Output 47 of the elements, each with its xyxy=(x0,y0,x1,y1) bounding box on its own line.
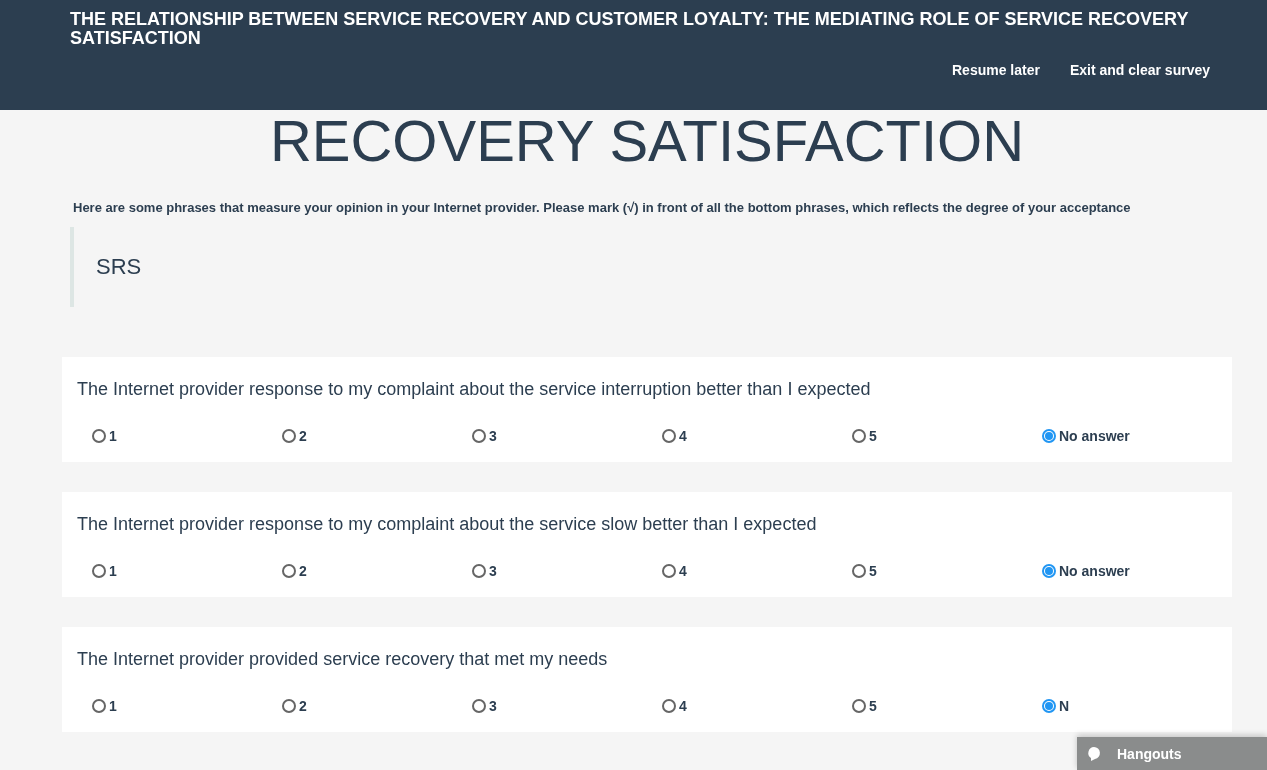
header-link[interactable]: Exit and clear survey xyxy=(1069,62,1210,78)
radio-button[interactable] xyxy=(662,429,676,443)
radio-button[interactable] xyxy=(92,699,106,713)
radio-button[interactable] xyxy=(662,564,676,578)
option-label[interactable]: 3 xyxy=(489,563,497,579)
option-label[interactable]: 5 xyxy=(869,428,877,444)
option-label[interactable]: 2 xyxy=(299,428,307,444)
chat-bubble-icon xyxy=(1087,745,1101,762)
option-label[interactable]: 4 xyxy=(679,428,687,444)
group-title: RECOVERY SATISFACTION xyxy=(268,110,1026,172)
radio-button[interactable] xyxy=(852,564,866,578)
option-label[interactable]: 1 xyxy=(109,563,117,579)
question-text: The Internet provider provided service recovery that met my needs xyxy=(77,649,609,670)
radio-button[interactable] xyxy=(472,429,486,443)
section-title: SRS xyxy=(96,254,142,280)
radio-button[interactable] xyxy=(92,429,106,443)
radio-button[interactable] xyxy=(282,699,296,713)
radio-button[interactable] xyxy=(282,429,296,443)
radio-button[interactable] xyxy=(472,564,486,578)
option-label[interactable]: 3 xyxy=(489,428,497,444)
option-label[interactable]: 4 xyxy=(679,563,687,579)
option-label[interactable]: 1 xyxy=(109,698,117,714)
option-label[interactable]: 5 xyxy=(869,563,877,579)
radio-button[interactable] xyxy=(852,429,866,443)
radio-button[interactable] xyxy=(92,564,106,578)
radio-button[interactable] xyxy=(852,699,866,713)
radio-button[interactable] xyxy=(1042,429,1056,443)
radio-button[interactable] xyxy=(1042,699,1056,713)
question-text: The Internet provider response to my complaint about the service slow better than I expected xyxy=(77,514,818,535)
option-label[interactable]: No answer xyxy=(1059,428,1130,444)
radio-button[interactable] xyxy=(1042,564,1056,578)
option-label[interactable]: N xyxy=(1059,698,1070,714)
radio-button[interactable] xyxy=(662,699,676,713)
radio-button[interactable] xyxy=(282,564,296,578)
option-label[interactable]: 4 xyxy=(679,698,687,714)
option-label[interactable]: 1 xyxy=(109,428,117,444)
description-text: Here are some phrases that measure your opinion in your Internet provider. Please mark (√) in front of all the bottom phrases, which reflects the degree of your acceptance xyxy=(73,200,1132,215)
option-label[interactable]: 2 xyxy=(299,698,307,714)
survey-title: THE RELATIONSHIP BETWEEN SERVICE RECOVERY AND CUSTOMER LOYALTY: THE MEDIATING ROLE OF SERVICE RECOVERY SATISFACTION xyxy=(70,10,1190,48)
option-label[interactable]: 2 xyxy=(299,563,307,579)
option-label[interactable]: 5 xyxy=(869,698,877,714)
option-label[interactable]: No answer xyxy=(1059,563,1130,579)
option-label[interactable]: 3 xyxy=(489,698,497,714)
question-text: The Internet provider response to my complaint about the service interruption better than I expected xyxy=(77,379,872,400)
header-link[interactable]: Resume later xyxy=(952,62,1040,78)
chat-label: Hangouts xyxy=(1117,745,1182,762)
radio-button[interactable] xyxy=(472,699,486,713)
